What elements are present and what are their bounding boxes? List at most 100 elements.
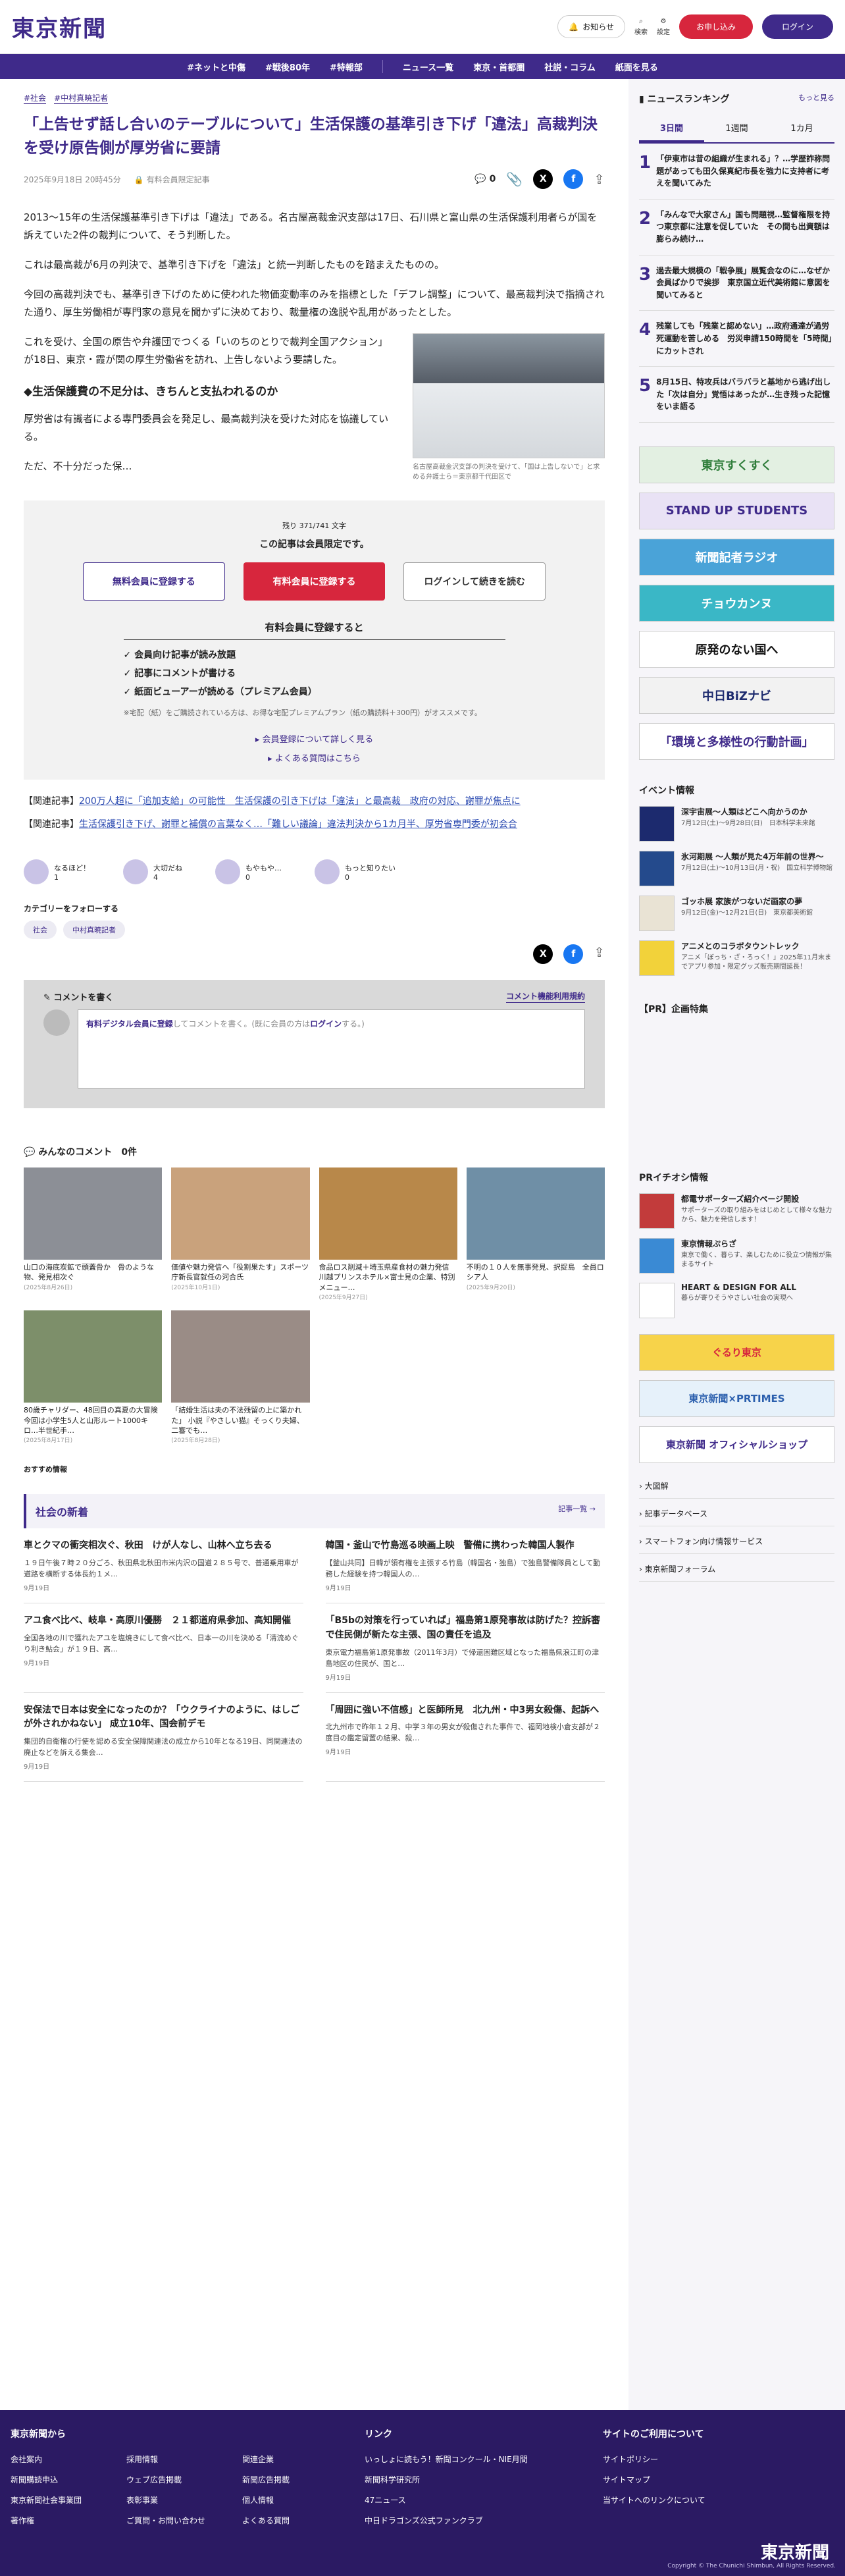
side-banner[interactable]: 新聞記者ラジオ xyxy=(639,538,834,576)
notify-button[interactable]: 🔔 お知らせ xyxy=(557,15,625,38)
news-title[interactable]: 安保法で日本は安全になったのか？「ウクライナのように、はしごが外されかねない」 … xyxy=(24,1704,303,1732)
news-title[interactable]: 韓国・釜山で竹島巡る映画上映 警備に携わった韓国人製作 xyxy=(326,1539,605,1553)
reaction-motto[interactable]: もっと知りたい 0 xyxy=(315,859,396,885)
reaction-moyamoya[interactable]: もやもや… 0 xyxy=(215,859,282,885)
faq-link[interactable]: ▸ よくある質問はこちら xyxy=(83,751,546,764)
event-item[interactable]: アニメとのコラボタウントレック アニメ「ぼっち・ざ・ろっく！」2025年11月末ま… xyxy=(639,940,834,976)
register-link[interactable]: 有料デジタル会員に登録 xyxy=(86,1019,173,1029)
follow-tag-shakai[interactable]: 社会 xyxy=(24,921,57,940)
ranking-item[interactable]: 3 過去最大規模の「戦争展」展覧会なのに…なぜか会員ばかりで挨拶 東京国立近代美術… xyxy=(639,255,834,311)
search-button[interactable]: ⌕ 検索 xyxy=(634,18,648,36)
nav-item-tokyo[interactable]: 東京・首都圏 xyxy=(473,61,525,73)
facebook-share-icon[interactable]: f xyxy=(563,169,584,190)
footer-link[interactable]: いっしょに読もう！新聞コンクール・NIE月間 xyxy=(365,2454,596,2465)
side-banner[interactable]: STAND UP STUDENTS xyxy=(639,492,834,529)
footer-link[interactable]: サイトポリシー xyxy=(603,2454,834,2465)
side-banner[interactable]: 原発のない国へ xyxy=(639,630,834,668)
side-banner[interactable]: 東京すくすく xyxy=(639,446,834,483)
side-banner[interactable]: 東京新聞 オフィシャルショップ xyxy=(639,1426,834,1463)
comment-textarea[interactable]: 有料デジタル会員に登録してコメントを書く。(既に会員の方はログインする。) xyxy=(78,1009,585,1089)
side-link[interactable]: › スマートフォン向け情報サービス xyxy=(639,1536,834,1554)
news-item[interactable]: 韓国・釜山で竹島巡る映画上映 警備に携わった韓国人製作 【釜山共同】日韓が領有権を… xyxy=(325,1528,605,1604)
footer-link[interactable]: 関連企業 xyxy=(242,2454,358,2465)
news-title[interactable]: 車とクマの衝突相次ぐ、秋田 けが人なし、山林へ立ち去る xyxy=(24,1539,303,1553)
settings-button[interactable]: ⚙ 設定 xyxy=(657,18,670,36)
nav-item-netchusho[interactable]: #ネットと中傷 xyxy=(187,61,245,73)
clip-icon[interactable]: 📎 xyxy=(506,171,523,187)
article-photo[interactable]: 名古屋高裁金沢支部の判決を受けて、「国は上告しないで」と求める弁護士ら＝東京都千… xyxy=(413,333,605,482)
reaction-taisetsu[interactable]: 大切だね 4 xyxy=(123,859,182,885)
site-logo[interactable]: 東京新聞 xyxy=(12,11,107,43)
tab-3days[interactable]: 3日間 xyxy=(639,115,704,142)
nav-item-paper[interactable]: 紙面を見る xyxy=(615,61,658,73)
tab-1month[interactable]: 1カ月 xyxy=(769,115,834,142)
footer-link[interactable]: 当サイトへのリンクについて xyxy=(603,2494,834,2506)
prtimes-item[interactable]: 東京情報ぷらざ 東京で働く、暮らす、楽しむために役立つ情報が集まるサイト xyxy=(639,1237,834,1274)
related-link[interactable]: 生活保護引き下げ、謝罪と補償の言葉なく…「難しい議論」違法判決から1カ月半、厚労… xyxy=(79,819,517,830)
ranking-item[interactable]: 2 「みんなで大家さん」国も問題視…監督権限を持つ東京都に注意を促していた その間… xyxy=(639,200,834,255)
side-banner[interactable]: 中日BiZナビ xyxy=(639,676,834,714)
footer-link[interactable]: 個人情報 xyxy=(242,2494,358,2506)
news-title[interactable]: 「周囲に強い不信感」と医師所見 北九州・中3男女殺傷、起訴へ xyxy=(326,1704,605,1718)
side-link[interactable]: › 大図解 xyxy=(639,1480,834,1499)
footer-link[interactable]: 表彰事業 xyxy=(126,2494,242,2506)
footer-link[interactable]: ご質問・お問い合わせ xyxy=(126,2515,242,2526)
event-item[interactable]: ゴッホ展 家族がつないだ画家の夢 9月12日(金)～12月21日(日) 東京都美術… xyxy=(639,895,834,931)
paid-register-button[interactable]: 有料会員に登録する xyxy=(243,562,386,601)
footer-link[interactable]: 新聞広告掲載 xyxy=(242,2474,358,2485)
recommended-item[interactable]: 「結婚生活は夫の不法残留の上に築かれた」 小説『やさしい猫』そっくり夫婦、二審で… xyxy=(171,1310,310,1444)
reaction-naruhodo[interactable]: なるほど！ 1 xyxy=(24,859,90,885)
recommended-item[interactable]: 食品ロス削減＋埼玉県産食材の魅力発信 川越プリンスホテル×富士見の企業、特別メニ… xyxy=(319,1167,457,1301)
follow-tag-reporter[interactable]: 中村真暁記者 xyxy=(63,921,125,940)
prtimes-item[interactable]: 都電サポーターズ紹介ページ開設 サポーターズの取り組みをはじめとして様々な魅力から… xyxy=(639,1193,834,1229)
news-item[interactable]: 「B5bの対策を行っていれば」福島第1原発事故は防げた？控訴審で住民側が新たな主… xyxy=(325,1603,605,1693)
login-button[interactable]: ログイン xyxy=(761,14,833,39)
footer-link[interactable]: 著作権 xyxy=(11,2515,126,2526)
ranking-item[interactable]: 1 「伊東市は昔の組織が生まれる」？…学歴詐称問題があっても田久保真紀市長を強力に… xyxy=(639,144,834,200)
membership-info-link[interactable]: ▸ 会員登録について詳しく見る xyxy=(83,732,546,745)
news-item[interactable]: 「周囲に強い不信感」と医師所見 北九州・中3男女殺傷、起訴へ 北九州市で昨年１２月… xyxy=(325,1693,605,1783)
share-icon[interactable]: ⇪ xyxy=(594,171,605,187)
recommended-item[interactable]: 80歳チャリダー、48回目の真夏の大冒険 今回は小学生5人と山形ルート1000キ… xyxy=(24,1310,165,1444)
footer-link[interactable]: 新聞購読申込 xyxy=(11,2474,126,2485)
news-more-link[interactable]: 記事一覧 → xyxy=(558,1503,596,1519)
footer-link[interactable]: 採用情報 xyxy=(126,2454,242,2465)
news-title[interactable]: 「B5bの対策を行っていれば」福島第1原発事故は防げた？控訴審で住民側が新たな主… xyxy=(326,1614,605,1642)
nav-item-tokuhou[interactable]: #特報部 xyxy=(330,61,363,73)
facebook-share-icon[interactable]: f xyxy=(563,944,584,965)
footer-link[interactable]: サイトマップ xyxy=(603,2474,834,2485)
x-share-icon[interactable]: X xyxy=(533,944,553,965)
recommended-item[interactable]: 価値や魅力発信へ「役割果たす」スポーツ庁新長官就任の河合氏 (2025年10月1日… xyxy=(171,1167,310,1301)
ranking-item[interactable]: 5 8月15日、特攻兵はバラバラと基地から逃げ出した「次は自分」覚悟はあったが…生… xyxy=(639,367,834,423)
footer-link[interactable]: 東京新聞社会事業団 xyxy=(11,2494,126,2506)
share-icon[interactable]: ⇪ xyxy=(594,944,605,964)
event-item[interactable]: 氷河期展 ～人類が見た4万年前の世界～ 7月12日(土)～10月13日(月・祝) … xyxy=(639,850,834,886)
nav-item-sengo80[interactable]: #戦後80年 xyxy=(265,61,310,73)
news-title[interactable]: アユ食べ比べ、岐阜・高原川優勝 ２１都道府県参加、高知開催 xyxy=(24,1614,303,1628)
footer-link[interactable]: 新聞科学研究所 xyxy=(365,2474,596,2485)
recommended-item[interactable]: 山口の海底炭鉱で頭蓋骨か 骨のような物、発見相次ぐ (2025年8月26日) xyxy=(24,1167,163,1301)
side-banner[interactable]: ぐるり東京 xyxy=(639,1333,834,1371)
side-banner[interactable]: 東京新聞×PRTIMES xyxy=(639,1380,834,1417)
nav-item-news[interactable]: ニュース一覧 xyxy=(403,61,453,73)
free-register-button[interactable]: 無料会員に登録する xyxy=(83,562,225,601)
footer-logo[interactable]: 東京新聞 xyxy=(761,2539,829,2563)
ranking-item[interactable]: 4 残業しても「残業と認めない」…政府通達が過労死運動を苦しめる 労災申請150時… xyxy=(639,311,834,367)
side-banner[interactable]: チョウカンヌ xyxy=(639,584,834,622)
footer-link[interactable]: 中日ドラゴンズ公式ファンクラブ xyxy=(365,2515,596,2526)
side-banner[interactable]: 「環境と多様性の行動計画」 xyxy=(639,722,834,760)
side-link[interactable]: › 記事データベース xyxy=(639,1508,834,1526)
comment-rules-link[interactable]: コメント機能利用規約 xyxy=(505,990,585,1004)
news-item[interactable]: 安保法で日本は安全になったのか？「ウクライナのように、はしごが外されかねない」 … xyxy=(24,1693,303,1783)
side-link[interactable]: › 東京新聞フォーラム xyxy=(639,1563,834,1582)
related-link[interactable]: 200万人超に「追加支給」の可能性 生活保護の引き下げは「違法」と最高裁 政府の… xyxy=(79,796,521,807)
comment-count-button[interactable]: 💬 0 xyxy=(474,174,496,184)
news-item[interactable]: アユ食べ比べ、岐阜・高原川優勝 ２１都道府県参加、高知開催 全国各地の川で獲れたア… xyxy=(24,1603,303,1693)
login-continue-button[interactable]: ログインして続きを読む xyxy=(403,562,546,601)
prtimes-item[interactable]: HEART & DESIGN FOR ALL 暮らが寄りそうやさしい社会の実現へ xyxy=(639,1282,834,1318)
event-item[interactable]: 深宇宙展～人類はどこへ向かうのか 7月12日(土)～9月28日(日) 日本科学未来… xyxy=(639,805,834,842)
tag-reporter[interactable]: #中村真暁記者 xyxy=(54,92,109,104)
footer-link[interactable]: 47ニュース xyxy=(365,2494,596,2506)
comment-login-link[interactable]: ログイン xyxy=(310,1019,342,1029)
recommended-item[interactable]: 不明の１０人を無事発見、択捉島 全員ロシア人 (2025年9月20日) xyxy=(466,1167,605,1301)
